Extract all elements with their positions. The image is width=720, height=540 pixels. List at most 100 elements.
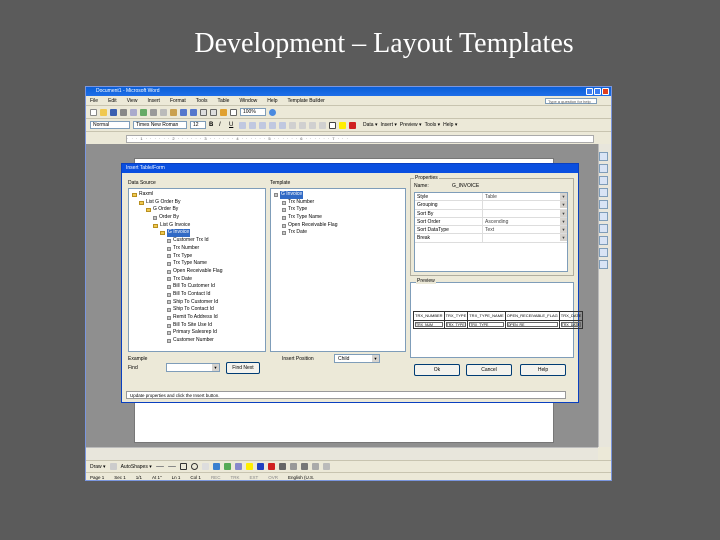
- close-icon[interactable]: [602, 88, 609, 95]
- border-icon[interactable]: [329, 121, 336, 129]
- tree-item[interactable]: Trx Number: [129, 245, 265, 253]
- save-icon[interactable]: [110, 108, 117, 116]
- insert-position-select[interactable]: Child ▼: [334, 354, 380, 363]
- copy-icon[interactable]: [160, 108, 167, 116]
- side-tool-icon[interactable]: [599, 212, 608, 221]
- tree-item[interactable]: Primary Salesrep Id: [129, 329, 265, 337]
- data-source-tree[interactable]: Raxml List G Order By G Order By Order By Li…: [128, 188, 266, 352]
- chevron-down-icon[interactable]: ▼: [560, 217, 567, 225]
- status-ext[interactable]: EXT: [249, 473, 258, 480]
- property-value[interactable]: Ascending ▼: [483, 217, 567, 225]
- tree-item[interactable]: Trx Date: [129, 276, 265, 284]
- preview-icon[interactable]: [130, 108, 137, 116]
- side-tool-icon[interactable]: [599, 248, 608, 257]
- tree-item[interactable]: Trx Type: [129, 253, 265, 261]
- tree-item[interactable]: G Invoice: [129, 229, 265, 238]
- show-hide-icon[interactable]: [230, 108, 237, 116]
- template-item[interactable]: Trx Type: [271, 206, 405, 214]
- property-row[interactable]: Sort Order Ascending ▼: [415, 217, 567, 227]
- tb-insert-menu[interactable]: Insert ▾: [380, 122, 396, 128]
- tree-item[interactable]: Customer Number: [129, 337, 265, 345]
- menu-template-builder[interactable]: Template Builder: [288, 96, 325, 105]
- align-right-icon[interactable]: [259, 121, 266, 129]
- tree-item[interactable]: Remit To Address Id: [129, 314, 265, 322]
- menu-table[interactable]: Table: [217, 96, 229, 105]
- line-icon[interactable]: [155, 466, 164, 467]
- property-row[interactable]: Break ▼: [415, 234, 567, 243]
- line-style-icon[interactable]: [278, 463, 286, 470]
- side-tool-icon[interactable]: [599, 224, 608, 233]
- chevron-down-icon[interactable]: ▼: [560, 234, 567, 242]
- align-left-icon[interactable]: [239, 121, 246, 129]
- chevron-down-icon[interactable]: ▼: [372, 355, 379, 362]
- find-next-button[interactable]: Find Next: [226, 362, 260, 374]
- tree-item[interactable]: G Order By: [129, 206, 265, 214]
- shadow-icon[interactable]: [311, 463, 319, 470]
- zoom-select[interactable]: 100%: [240, 108, 266, 116]
- template-item[interactable]: Open Receivable Flag: [271, 222, 405, 230]
- increase-indent-icon[interactable]: [319, 121, 326, 129]
- redo-icon[interactable]: [190, 108, 197, 116]
- tree-item[interactable]: Bill To Contact Id: [129, 291, 265, 299]
- autoshapes-menu[interactable]: AutoShapes ▾: [121, 464, 152, 470]
- draw-menu[interactable]: Draw ▾: [90, 464, 106, 470]
- maximize-icon[interactable]: [594, 88, 601, 95]
- property-row[interactable]: Sort DataType Text ▼: [415, 226, 567, 235]
- chevron-down-icon[interactable]: ▼: [560, 226, 567, 234]
- side-tool-icon[interactable]: [599, 164, 608, 173]
- ok-button[interactable]: Ok: [414, 364, 460, 376]
- menu-window[interactable]: Window: [239, 96, 257, 105]
- fill-color-icon[interactable]: [245, 463, 253, 470]
- wordart-icon[interactable]: [212, 463, 220, 470]
- side-tool-icon[interactable]: [599, 200, 608, 209]
- tb-tools-menu[interactable]: Tools ▾: [425, 122, 441, 128]
- tb-data-menu[interactable]: Data ▾: [363, 122, 377, 128]
- paste-icon[interactable]: [170, 108, 177, 116]
- select-objects-icon[interactable]: [109, 463, 117, 470]
- bold-icon[interactable]: B: [209, 122, 216, 129]
- chevron-down-icon[interactable]: ▼: [560, 193, 567, 200]
- properties-grid[interactable]: Style Table ▼ Grouping ▼ Sort By ▼ Sort Order As…: [414, 192, 568, 272]
- textbox-icon[interactable]: [201, 463, 209, 470]
- minimize-icon[interactable]: [586, 88, 593, 95]
- font-color-icon[interactable]: [267, 463, 275, 470]
- horizontal-scrollbar[interactable]: [86, 447, 598, 460]
- dash-style-icon[interactable]: [289, 463, 297, 470]
- undo-icon[interactable]: [180, 108, 187, 116]
- property-value[interactable]: ▼: [483, 201, 567, 209]
- tree-item[interactable]: Open Receivable Flag: [129, 268, 265, 276]
- tb-preview-menu[interactable]: Preview ▾: [400, 122, 422, 128]
- tree-item[interactable]: Order By: [129, 214, 265, 222]
- arrow-icon[interactable]: [167, 466, 176, 467]
- status-trk[interactable]: TRK: [230, 473, 239, 480]
- template-item[interactable]: Trx Number: [271, 199, 405, 207]
- arrow-style-icon[interactable]: [300, 463, 308, 470]
- side-tool-icon[interactable]: [599, 236, 608, 245]
- property-value[interactable]: Table ▼: [483, 193, 567, 200]
- side-tool-icon[interactable]: [599, 188, 608, 197]
- line-spacing-icon[interactable]: [279, 121, 286, 129]
- status-ovr[interactable]: OVR: [268, 473, 278, 480]
- property-value[interactable]: ▼: [483, 209, 567, 217]
- rectangle-icon[interactable]: [179, 463, 187, 470]
- numbering-icon[interactable]: [289, 121, 296, 129]
- font-select[interactable]: Times New Roman: [133, 121, 187, 129]
- help-button[interactable]: Help: [520, 364, 566, 376]
- template-item[interactable]: G Invoice: [271, 191, 405, 199]
- tb-help-menu[interactable]: Help ▾: [443, 122, 457, 128]
- template-item[interactable]: Trx Type Name: [271, 214, 405, 222]
- chevron-down-icon[interactable]: ▼: [560, 209, 567, 217]
- property-row[interactable]: Grouping ▼: [415, 201, 567, 210]
- print-icon[interactable]: [120, 108, 127, 116]
- justify-icon[interactable]: [269, 121, 276, 129]
- menu-tools[interactable]: Tools: [196, 96, 208, 105]
- cancel-button[interactable]: Cancel: [466, 364, 512, 376]
- decrease-indent-icon[interactable]: [309, 121, 316, 129]
- clipart-icon[interactable]: [223, 463, 231, 470]
- tree-item[interactable]: Bill To Customer Id: [129, 283, 265, 291]
- line-color-icon[interactable]: [256, 463, 264, 470]
- columns-icon[interactable]: [210, 108, 217, 116]
- property-value[interactable]: ▼: [483, 234, 567, 242]
- underline-icon[interactable]: U: [229, 122, 236, 129]
- tree-item[interactable]: Raxml: [129, 191, 265, 199]
